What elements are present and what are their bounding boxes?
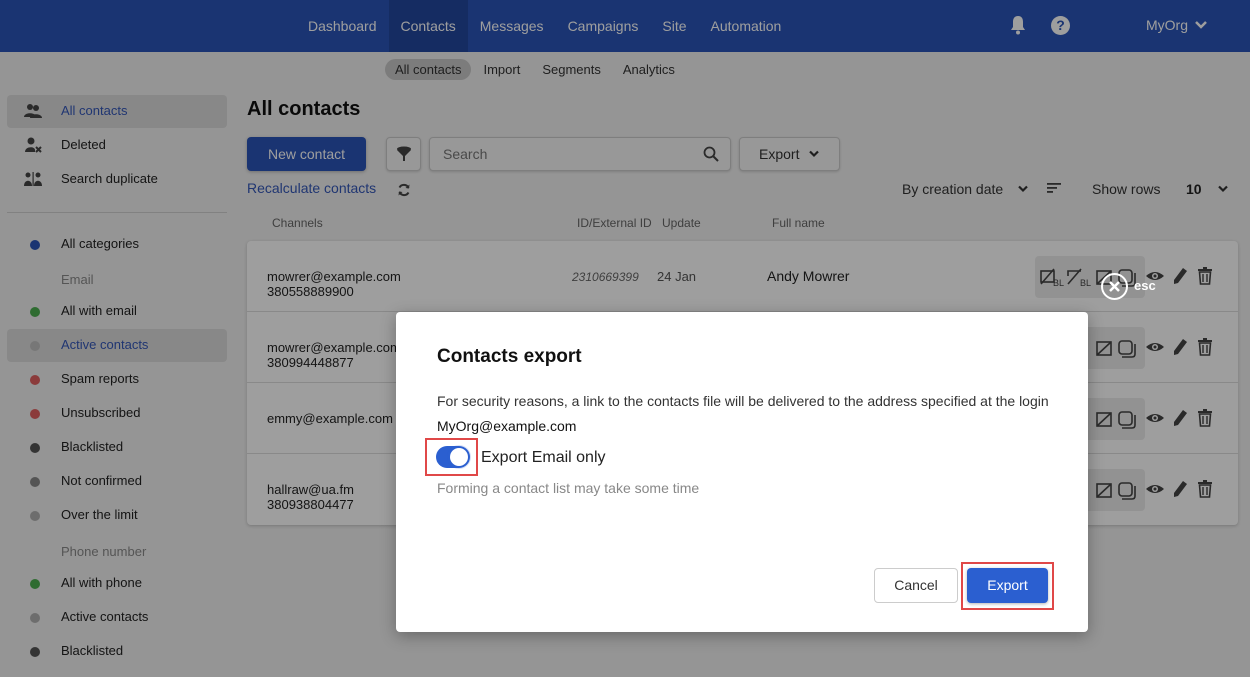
login-email: MyOrg@example.com — [437, 418, 577, 434]
contacts-export-dialog: Contacts export For security reasons, a … — [396, 312, 1088, 632]
dialog-title: Contacts export — [437, 346, 582, 367]
dialog-description: For security reasons, a link to the cont… — [437, 393, 1049, 409]
close-icon — [1109, 281, 1120, 292]
close-modal-button[interactable] — [1101, 273, 1128, 300]
cancel-button[interactable]: Cancel — [874, 568, 958, 603]
export-button[interactable]: Export — [967, 568, 1048, 603]
dialog-hint: Forming a contact list may take some tim… — [437, 480, 700, 496]
export-email-only-toggle[interactable] — [436, 446, 470, 468]
export-email-only-label[interactable]: Export Email only — [481, 449, 606, 467]
toggle-knob — [450, 448, 468, 466]
esc-hint: esc — [1134, 278, 1156, 293]
